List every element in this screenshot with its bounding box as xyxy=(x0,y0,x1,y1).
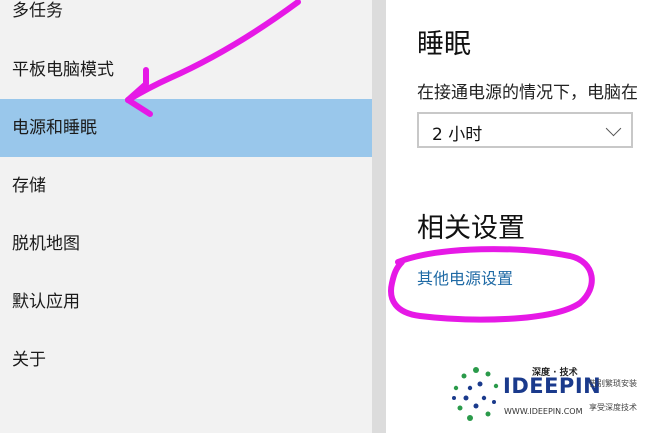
watermark-slogan-1: 告别繁琐安装 xyxy=(589,379,637,388)
watermark-brand: IDEEPIN xyxy=(503,374,602,398)
sidebar-item-multitasking[interactable]: 多任务 xyxy=(0,0,372,40)
sleep-timeout-select[interactable]: 2 小时 xyxy=(417,112,633,148)
related-settings-heading: 相关设置 xyxy=(417,213,525,244)
ideepin-logo-icon xyxy=(452,367,499,421)
panel-divider xyxy=(372,0,386,433)
sidebar-item-power-sleep[interactable]: 电源和睡眠 xyxy=(0,99,372,157)
sidebar-item-about[interactable]: 关于 xyxy=(0,331,372,389)
sidebar-item-offline-maps[interactable]: 脱机地图 xyxy=(0,215,372,273)
sleep-description: 在接通电源的情况下，电脑在 xyxy=(417,83,638,103)
watermark-url: WWW.IDEEPIN.COM xyxy=(504,407,583,416)
sidebar-item-tablet-mode[interactable]: 平板电脑模式 xyxy=(0,41,372,99)
sidebar-item-default-apps[interactable]: 默认应用 xyxy=(0,273,372,331)
sidebar-item-storage[interactable]: 存储 xyxy=(0,157,372,215)
dropdown-chevron-icon xyxy=(605,120,622,137)
ideepin-watermark: 深度 · 技术 IDEEPIN WWW.IDEEPIN.COM 告别繁琐安装 享… xyxy=(448,360,650,433)
settings-sidebar: 多任务 平板电脑模式 电源和睡眠 存储 脱机地图 默认应用 关于 xyxy=(0,0,372,433)
watermark-slogan-2: 享受深度技术 xyxy=(589,403,637,412)
sleep-heading: 睡眠 xyxy=(417,29,471,60)
sleep-timeout-value: 2 小时 xyxy=(432,125,483,145)
additional-power-settings-link[interactable]: 其他电源设置 xyxy=(417,265,513,289)
